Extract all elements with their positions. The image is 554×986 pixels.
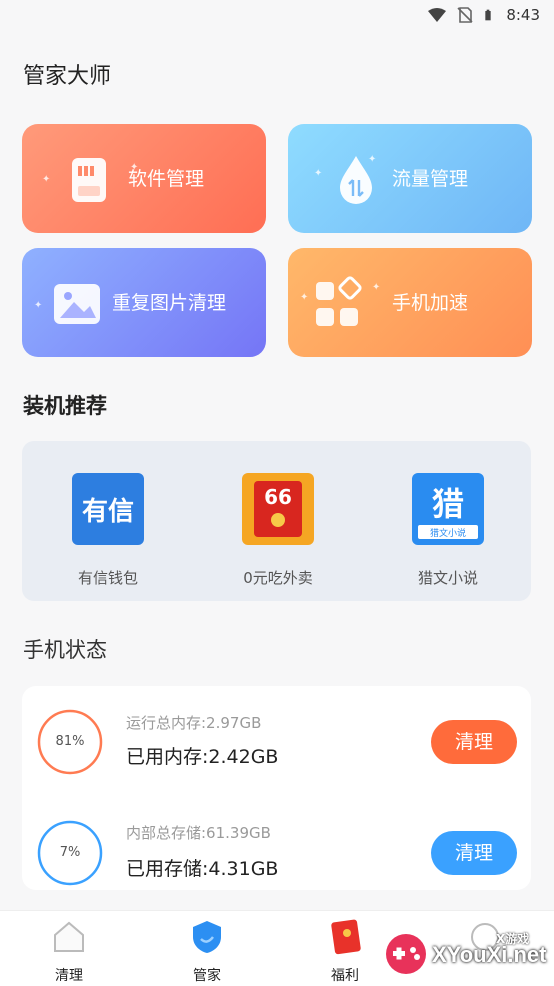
phone-boost-label: 手机加速: [392, 292, 469, 314]
duplicate-image-clean-card[interactable]: ✦ 重复图片清理: [22, 248, 266, 357]
tab-manager[interactable]: 管家: [162, 919, 252, 985]
app-liewen-novel[interactable]: 猎 猎文小说 猎文小说: [378, 473, 518, 588]
site-watermark: X游戏 XYouXi.net: [384, 928, 550, 984]
memory-used: 已用内存:2.42GB: [126, 746, 279, 768]
app-zero-yuan-takeout[interactable]: 66 0元吃外卖: [208, 473, 348, 588]
grid-boost-icon: [316, 276, 362, 326]
software-manage-label: 软件管理: [128, 168, 205, 190]
tab-label: 福利: [331, 968, 359, 984]
liewen-app-icon: 猎 猎文小说: [412, 473, 484, 545]
image-icon: [54, 284, 100, 324]
youxin-app-icon: 有信: [72, 473, 144, 545]
storage-used: 已用存储:4.31GB: [126, 858, 279, 880]
storage-usage-ring: 7%: [37, 820, 103, 886]
traffic-manage-card[interactable]: ✦ ✦ 流量管理: [288, 124, 532, 233]
app-label: 有信钱包: [77, 569, 138, 587]
clean-memory-button[interactable]: 清理: [431, 720, 517, 764]
memory-percent: 81%: [55, 734, 85, 749]
gamepad-logo-icon: [386, 934, 426, 974]
recommend-panel: 有信 有信钱包 66 0元吃外卖 猎 猎文小说 猎文小说: [22, 441, 531, 601]
house-icon: [54, 921, 84, 952]
wifi-icon: [428, 8, 447, 22]
software-manage-card[interactable]: ✦ ✦ 软件管理: [22, 124, 266, 233]
app-label: 猎文小说: [417, 569, 478, 587]
liewen-icon-text: 猎: [431, 485, 464, 523]
youxin-icon-text: 有信: [81, 497, 134, 527]
traffic-manage-label: 流量管理: [392, 168, 469, 190]
battery-icon: [485, 9, 491, 21]
clean-storage-button[interactable]: 清理: [431, 831, 517, 875]
phone-boost-card[interactable]: ✦ ✦ 手机加速: [288, 248, 532, 357]
phone-status-panel: 81% 运行总内存:2.97GB 已用内存:2.42GB 清理 7% 内部总存储…: [22, 686, 531, 890]
no-sim-icon: [457, 7, 473, 23]
app-youxin[interactable]: 有信 有信钱包: [38, 473, 178, 588]
tab-clean[interactable]: 清理: [24, 919, 114, 985]
red-envelope-app-icon: 66: [242, 473, 314, 545]
storage-total: 内部总存储:61.39GB: [126, 824, 271, 842]
page-title: 管家大师: [23, 64, 112, 89]
red-packet-icon: [331, 919, 361, 955]
status-time: 8:43: [506, 6, 540, 24]
tab-label: 清理: [55, 968, 83, 984]
tab-label: 管家: [193, 968, 221, 984]
watermark-text: XYouXi.net: [432, 942, 547, 967]
memory-total: 运行总内存:2.97GB: [126, 714, 262, 732]
liewen-icon-subtext: 猎文小说: [429, 529, 466, 539]
red-envelope-icon-text: 66: [264, 485, 292, 509]
memory-usage-ring: 81%: [37, 709, 103, 775]
water-drop-icon: [340, 156, 372, 204]
storage-percent: 7%: [59, 845, 81, 860]
app-label: 0元吃外卖: [243, 569, 313, 587]
shield-icon: [193, 921, 221, 953]
status-bar: 8:43: [0, 0, 554, 30]
tab-welfare[interactable]: 福利: [300, 919, 390, 985]
recommend-title: 装机推荐: [23, 394, 107, 418]
sd-card-icon: [72, 158, 106, 202]
phone-status-title: 手机状态: [23, 638, 107, 662]
duplicate-image-clean-label: 重复图片清理: [112, 292, 227, 314]
